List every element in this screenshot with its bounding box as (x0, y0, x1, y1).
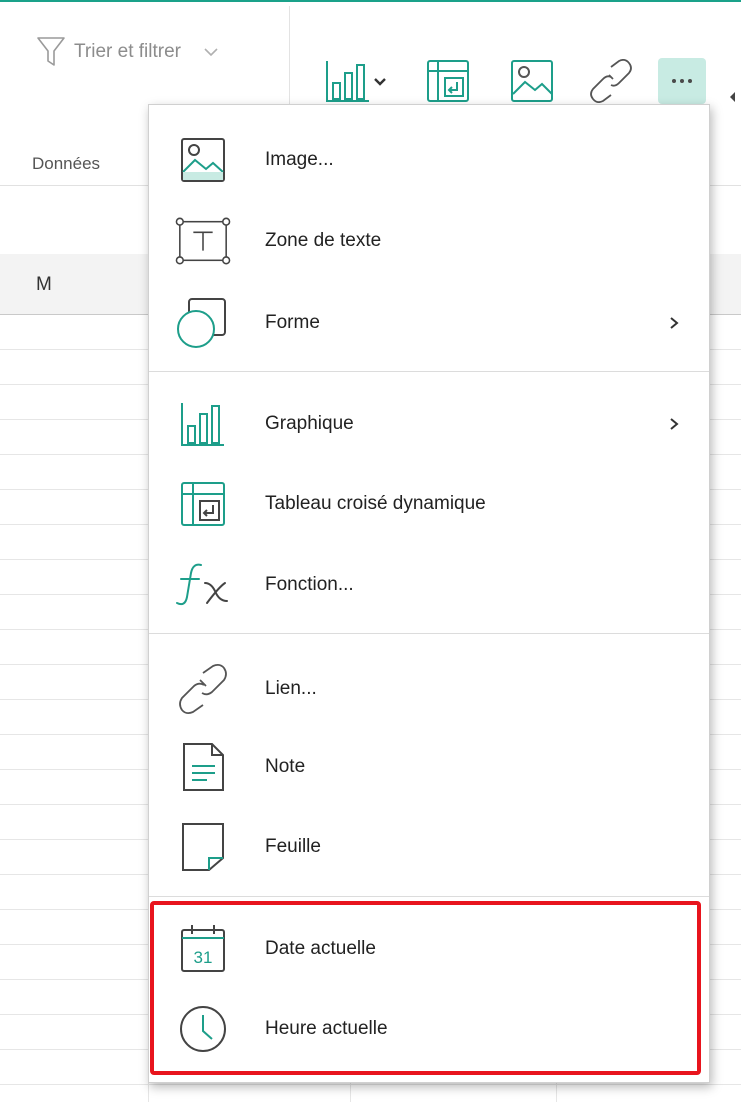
pivot-table-icon (427, 60, 469, 102)
menu-item-label: Fonction... (265, 574, 354, 595)
more-toolbar-button[interactable] (658, 58, 706, 104)
column-header-m[interactable]: M (36, 274, 52, 296)
menu-item-label: Graphique (265, 413, 354, 434)
menu-item-label: Zone de texte (265, 230, 382, 251)
link-icon (590, 59, 632, 103)
sort-filter-button[interactable]: Trier et filtrer (36, 32, 219, 72)
chevron-right-icon (670, 317, 679, 329)
menu-item-label: Note (265, 756, 306, 777)
link-icon (179, 663, 227, 715)
text-box-icon (175, 217, 231, 265)
menu-item-current-date[interactable]: 31 Date actuelle (149, 910, 709, 988)
menu-item-pivot-table[interactable]: Tableau croisé dynamique (149, 465, 709, 543)
menu-item-label: Image... (265, 149, 334, 170)
filter-icon (37, 37, 65, 66)
menu-item-label: Forme (265, 312, 320, 333)
chevron-down-icon (204, 48, 218, 57)
group-label-data: Données (32, 154, 101, 173)
menu-item-note[interactable]: Note (149, 728, 709, 806)
image-toolbar-button[interactable] (504, 56, 560, 106)
image-icon (181, 138, 225, 182)
menu-item-label: Date actuelle (265, 938, 376, 959)
menu-item-text-box[interactable]: Zone de texte (149, 202, 709, 280)
pivot-table-icon (181, 482, 225, 526)
pivot-table-toolbar-button[interactable] (422, 56, 474, 106)
chart-toolbar-button[interactable] (314, 56, 400, 106)
menu-item-link[interactable]: Lien... (149, 650, 709, 728)
shape-icon (177, 298, 226, 348)
chart-icon (326, 61, 386, 102)
menu-item-label: Lien... (265, 678, 317, 699)
chevron-right-icon (670, 418, 679, 430)
clock-icon (180, 1006, 226, 1052)
calendar-icon: 31 (181, 925, 225, 972)
note-icon (183, 743, 224, 791)
scroll-left-icon[interactable] (727, 90, 737, 104)
sheet-icon (182, 823, 224, 871)
function-icon (176, 563, 228, 606)
more-icon (672, 79, 692, 83)
menu-separator (149, 633, 709, 634)
chart-icon (181, 403, 224, 446)
menu-item-function[interactable]: Fonction... (149, 546, 709, 624)
menu-item-shape[interactable]: Forme (149, 284, 709, 362)
menu-item-sheet[interactable]: Feuille (149, 808, 709, 886)
link-toolbar-button[interactable] (586, 56, 636, 106)
menu-item-chart[interactable]: Graphique (149, 385, 709, 463)
menu-item-label: Feuille (265, 836, 321, 857)
menu-item-label: Heure actuelle (265, 1018, 388, 1039)
menu-item-current-time[interactable]: Heure actuelle (149, 990, 709, 1068)
insert-dropdown-menu: Image... Zone de texte Forme Graphique T… (148, 104, 710, 1083)
image-icon (511, 60, 553, 102)
menu-item-label: Tableau croisé dynamique (265, 493, 486, 514)
menu-item-image[interactable]: Image... (149, 121, 709, 199)
menu-separator (149, 896, 709, 897)
sort-filter-label: Trier et filtrer (74, 41, 181, 62)
calendar-number: 31 (194, 948, 213, 967)
menu-separator (149, 371, 709, 372)
